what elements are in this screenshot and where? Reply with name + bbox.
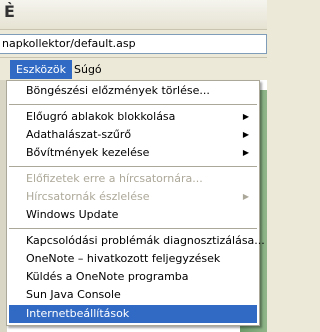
menu-item-send-to-onenote[interactable]: Küldés a OneNote programba: [9, 268, 257, 286]
submenu-arrow-icon: ▶: [242, 192, 249, 201]
toolbar-glyph-icon: Ѐ: [4, 2, 15, 21]
menu-item-windows-update[interactable]: Windows Update: [9, 206, 257, 224]
menu-separator: [9, 166, 257, 167]
toolbar-button[interactable]: [226, 4, 248, 24]
menu-item-diagnose-connection[interactable]: Kapcsolódási problémák diagnosztizálása.…: [9, 232, 265, 250]
menubar: Eszközök Súgó: [0, 59, 267, 80]
submenu-arrow-icon: ▶: [242, 148, 249, 157]
toolbar-button[interactable]: [200, 4, 222, 24]
address-bar: napkollektor/default.asp: [0, 30, 267, 58]
menu-separator: [9, 228, 257, 229]
menu-item-subscribe-feed[interactable]: Előfizetek erre a hírcsatornára...: [9, 170, 257, 188]
submenu-arrow-icon: ▶: [242, 112, 249, 121]
menu-item-manage-addons[interactable]: Bővítmények kezelése ▶: [9, 144, 257, 162]
menu-separator: [9, 104, 257, 105]
browser-toolbar: Ѐ: [0, 0, 267, 30]
tools-dropdown-menu: Böngészési előzmények törlése... Előugró…: [6, 80, 265, 326]
address-input[interactable]: napkollektor/default.asp: [0, 34, 267, 54]
menu-item-popup-blocker[interactable]: Előugró ablakok blokkolása ▶: [9, 108, 257, 126]
menu-item-delete-history[interactable]: Böngészési előzmények törlése...: [9, 82, 257, 100]
menu-item-sun-java-console[interactable]: Sun Java Console: [9, 286, 257, 304]
submenu-arrow-icon: ▶: [242, 130, 249, 139]
menu-item-phishing-filter[interactable]: Adathalászat-szűrő ▶: [9, 126, 257, 144]
menu-item-internet-options[interactable]: Internetbeállítások: [9, 305, 257, 323]
menu-help[interactable]: Súgó: [68, 60, 108, 79]
menu-item-feed-discovery[interactable]: Hírcsatornák észlelése ▶: [9, 188, 257, 206]
menu-tools[interactable]: Eszközök: [10, 60, 73, 79]
menu-item-onenote-linked-notes[interactable]: OneNote – hivatkozott feljegyzések: [9, 250, 257, 268]
